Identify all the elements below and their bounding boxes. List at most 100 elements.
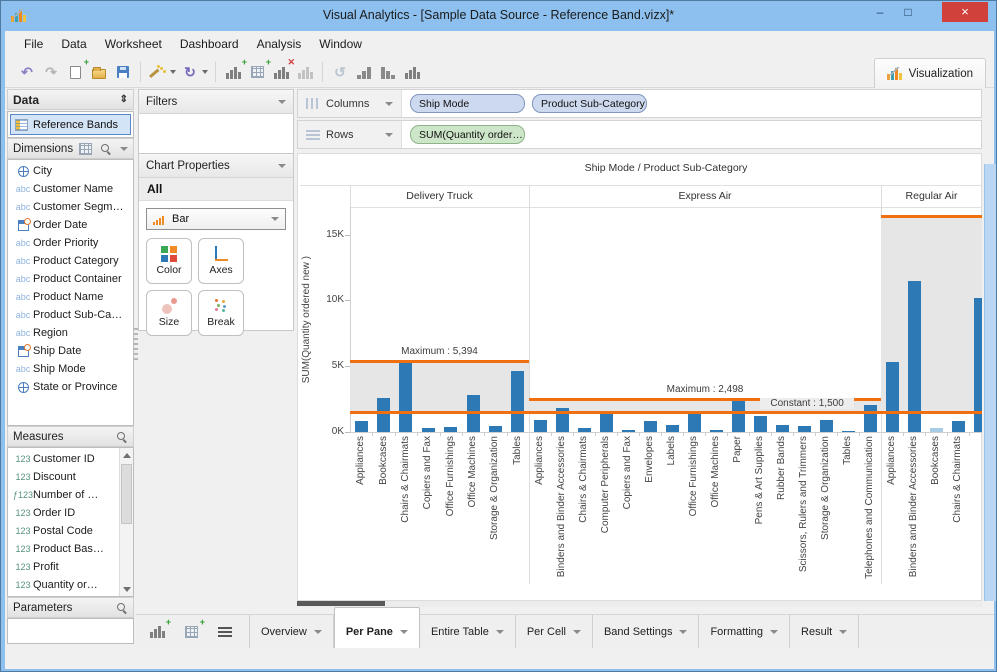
dimension-customer-name[interactable]: abc Customer Name [8, 180, 133, 198]
menu-worksheet[interactable]: Worksheet [96, 33, 171, 55]
rows-menu-icon[interactable] [385, 132, 393, 137]
bar[interactable] [819, 420, 833, 432]
measure-number-of-[interactable]: ƒ123 Number of … [8, 486, 133, 504]
dimensions-header[interactable]: Dimensions [7, 138, 134, 159]
scroll-up-icon[interactable] [120, 448, 133, 462]
tab-band-settings[interactable]: Band Settings [593, 615, 700, 648]
measures-header[interactable]: Measures [7, 426, 134, 447]
add-chart-icon[interactable]: + [222, 58, 247, 83]
bar[interactable] [797, 425, 811, 432]
maximize-button[interactable]: □ [894, 2, 922, 22]
bar[interactable] [421, 428, 435, 432]
add-crosstab-icon[interactable]: + [246, 58, 271, 83]
bar[interactable] [665, 424, 679, 432]
dimension-customer-segm-[interactable]: abc Customer Segm… [8, 198, 133, 216]
bar[interactable] [841, 430, 855, 432]
measures-scrollbar[interactable] [119, 448, 133, 596]
measures-search-icon[interactable] [116, 431, 128, 443]
sheet-list-icon[interactable] [214, 621, 236, 643]
dimension-region[interactable]: abc Region [8, 324, 133, 342]
chart-properties-collapse-icon[interactable] [278, 163, 286, 168]
row-pill[interactable]: SUM(Quantity order… [410, 125, 525, 144]
wand-icon[interactable] [147, 61, 169, 83]
break-button[interactable]: Break [198, 290, 244, 336]
bar[interactable] [643, 421, 657, 432]
dimension-ship-date[interactable]: Ship Date [8, 342, 133, 360]
filters-collapse-icon[interactable] [278, 99, 286, 104]
scroll-down-icon[interactable] [120, 582, 133, 596]
remove-chart-icon[interactable]: ✕ [270, 58, 295, 83]
save-icon[interactable] [112, 61, 134, 83]
chart-type-select[interactable]: Bar [146, 208, 286, 230]
dimension-product-category[interactable]: abc Product Category [8, 252, 133, 270]
bar[interactable] [377, 397, 391, 432]
open-file-icon[interactable] [88, 61, 110, 83]
bar[interactable] [577, 428, 591, 432]
rows-shelf[interactable]: Rows SUM(Quantity order… [297, 120, 982, 149]
bar[interactable] [775, 424, 789, 432]
axes-button[interactable]: Axes [198, 238, 244, 284]
scrollbar-thumb[interactable] [121, 464, 132, 524]
horizontal-scrollbar-thumb[interactable] [297, 601, 385, 606]
sort-ascending-icon[interactable] [353, 61, 375, 83]
visualization-tab[interactable]: Visualization [873, 58, 986, 88]
sort-descending-icon[interactable] [377, 61, 399, 83]
minimize-button[interactable]: – [866, 2, 894, 22]
columns-shelf-label[interactable]: Columns [298, 90, 402, 117]
wand-icon-dropdown[interactable] [170, 70, 176, 74]
redo-icon[interactable]: ↷ [40, 61, 62, 83]
menu-data[interactable]: Data [52, 33, 95, 55]
bar[interactable] [731, 399, 745, 432]
rows-shelf-label[interactable]: Rows [298, 121, 402, 148]
columns-menu-icon[interactable] [385, 101, 393, 106]
measure-customer-id[interactable]: 123 Customer ID [8, 450, 133, 468]
close-button[interactable]: × [942, 2, 988, 22]
dimension-product-container[interactable]: abc Product Container [8, 270, 133, 288]
measure-discount[interactable]: 123 Discount [8, 468, 133, 486]
bar[interactable] [885, 361, 899, 432]
tab-menu-icon[interactable] [770, 629, 779, 634]
vertical-scrollbar[interactable] [984, 164, 996, 601]
bar[interactable] [907, 281, 921, 432]
undo-icon[interactable]: ↶ [16, 61, 38, 83]
add-chart-icon[interactable]: + [146, 617, 171, 643]
data-panel-header[interactable]: Data ⇕ [7, 89, 134, 110]
bar[interactable] [621, 429, 635, 432]
tab-menu-icon[interactable] [572, 629, 581, 634]
measure-order-id[interactable]: 123 Order ID [8, 504, 133, 522]
tab-formatting[interactable]: Formatting [699, 615, 791, 648]
dimension-ship-mode[interactable]: abc Ship Mode [8, 360, 133, 378]
tab-result[interactable]: Result [790, 615, 860, 648]
select-rotate-icon[interactable]: ↺ [329, 61, 351, 83]
table-view-icon[interactable] [79, 142, 93, 155]
menu-dashboard[interactable]: Dashboard [171, 33, 248, 55]
bar[interactable] [533, 419, 547, 432]
sidebar-resize-grip[interactable] [134, 326, 138, 360]
menu-file[interactable]: File [15, 33, 52, 55]
bar[interactable] [863, 404, 877, 432]
bar[interactable] [753, 415, 767, 432]
add-crosstab-icon[interactable]: + [180, 617, 205, 643]
dimension-state-or-province[interactable]: State or Province [8, 378, 133, 396]
new-file-icon[interactable]: + [64, 58, 89, 83]
data-source-item[interactable]: Reference Bands [10, 114, 131, 135]
tab-menu-icon[interactable] [839, 629, 848, 634]
menu-analysis[interactable]: Analysis [248, 33, 311, 55]
tab-menu-icon[interactable] [399, 630, 408, 634]
chart-properties-header[interactable]: Chart Properties [139, 154, 293, 178]
tab-per-cell[interactable]: Per Cell [516, 615, 593, 648]
column-pill[interactable]: Ship Mode [410, 94, 525, 113]
color-button[interactable]: Color [146, 238, 192, 284]
chart-disabled-icon[interactable] [294, 61, 316, 83]
bar[interactable] [399, 361, 413, 432]
visualization-canvas[interactable]: Ship Mode / Product Sub-Category SUM(Qua… [297, 153, 982, 601]
column-pill[interactable]: Product Sub-Category [532, 94, 647, 113]
dimension-product-sub-ca-[interactable]: abc Product Sub-Ca… [8, 306, 133, 324]
tab-per-pane[interactable]: Per Pane [333, 607, 420, 648]
dimensions-search-icon[interactable] [100, 143, 112, 155]
dimensions-menu-icon[interactable] [120, 146, 128, 151]
dimension-order-date[interactable]: Order Date [8, 216, 133, 234]
dimension-order-priority[interactable]: abc Order Priority [8, 234, 133, 252]
parameters-header[interactable]: Parameters [7, 597, 134, 618]
bar[interactable] [709, 430, 723, 432]
